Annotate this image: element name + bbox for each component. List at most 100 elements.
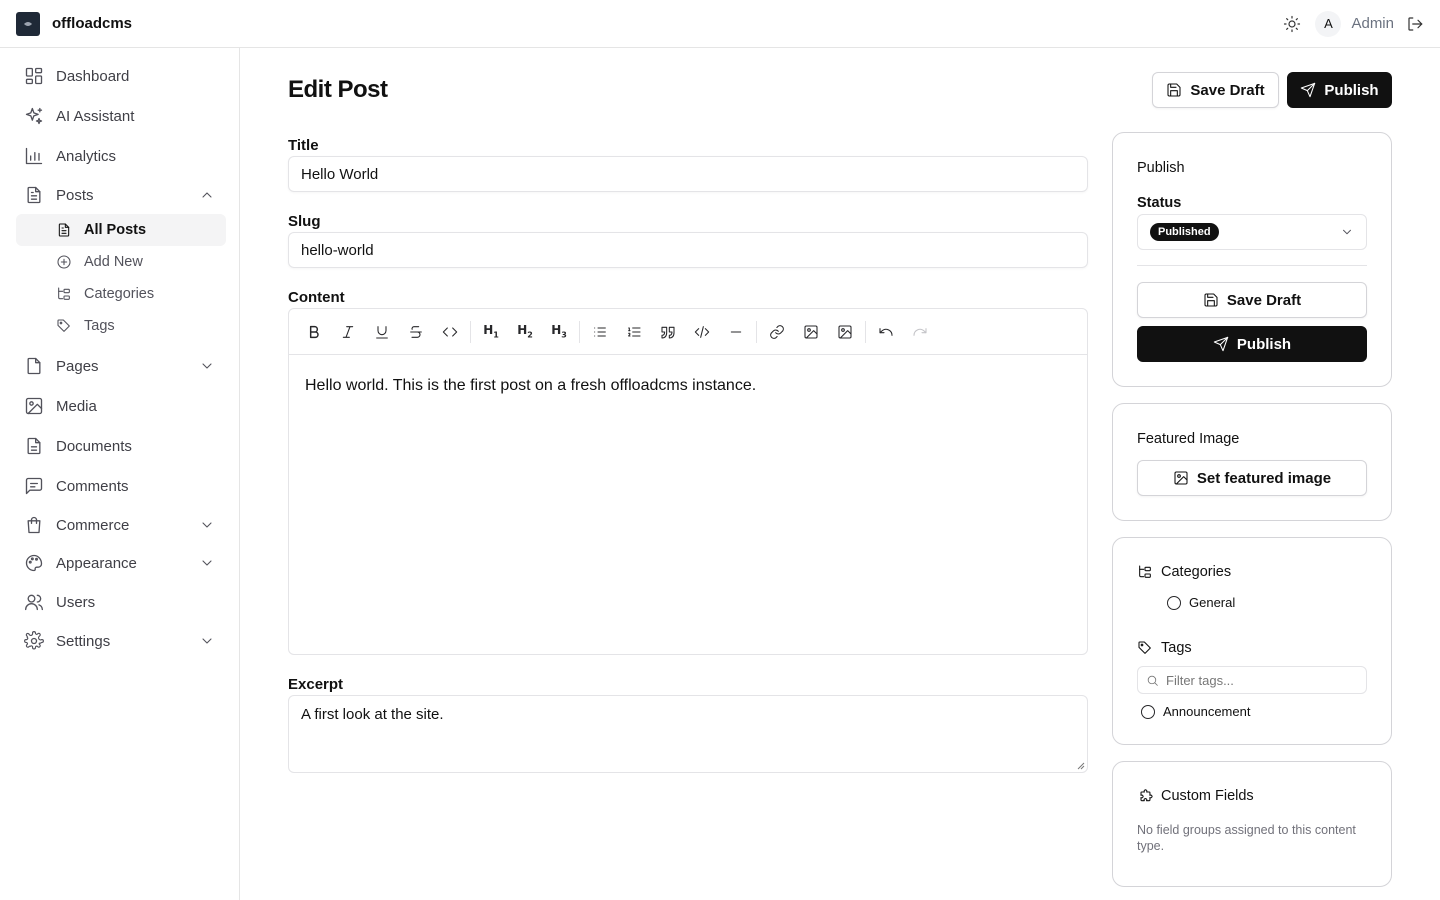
heading-3-button[interactable]: H3	[542, 315, 576, 349]
italic-icon	[342, 325, 354, 338]
sidebar-item-documents[interactable]: Documents	[0, 426, 239, 466]
link-button[interactable]	[760, 315, 794, 349]
title-input[interactable]: Hello World	[288, 156, 1088, 192]
toolbar-separator	[470, 320, 471, 343]
sidebar-subitem-add-new[interactable]: Add New	[16, 246, 226, 278]
ordered-list-button[interactable]	[617, 315, 651, 349]
sidebar-item-label: Analytics	[56, 147, 117, 165]
file-text-icon	[58, 223, 70, 237]
save-icon	[1167, 83, 1181, 97]
undo-button[interactable]	[869, 315, 903, 349]
card-publish-button[interactable]: Publish	[1137, 326, 1367, 362]
sidebar-item-posts[interactable]: Posts	[0, 176, 239, 214]
logout-icon	[1408, 16, 1423, 31]
tags-filter-input[interactable]: Filter tags...	[1137, 666, 1367, 694]
tag-option[interactable]: Announcement	[1141, 704, 1250, 719]
publish-button[interactable]: Publish	[1287, 72, 1392, 108]
sidebar-item-media[interactable]: Media	[0, 386, 239, 426]
category-radio[interactable]	[1167, 595, 1181, 610]
bold-button[interactable]	[297, 315, 331, 349]
tag-radio[interactable]	[1141, 704, 1155, 719]
logout-button[interactable]	[1406, 15, 1424, 33]
code-block-button[interactable]	[685, 315, 719, 349]
theme-toggle-button[interactable]	[1281, 13, 1303, 35]
custom-fields-title-label: Custom Fields	[1161, 788, 1254, 804]
sidebar-item-label: Dashboard	[56, 67, 130, 85]
heading-2-button[interactable]: H2	[508, 315, 542, 349]
set-featured-image-button[interactable]: Set featured image	[1137, 460, 1367, 496]
search-icon	[1147, 675, 1158, 686]
heading-1-button[interactable]: H1	[474, 315, 508, 349]
custom-fields-card: Custom Fields No field groups assigned t…	[1112, 761, 1392, 887]
image-button[interactable]	[794, 315, 828, 349]
tags-title-label: Tags	[1161, 640, 1192, 656]
logo-icon	[24, 21, 32, 26]
quote-icon	[661, 326, 675, 339]
horizontal-rule-button[interactable]	[719, 315, 753, 349]
sidebar-item-label: Comments	[56, 477, 129, 495]
chevron-down-icon	[202, 560, 212, 566]
link-icon	[770, 324, 784, 339]
custom-fields-message: No field groups assigned to this content…	[1137, 823, 1356, 853]
italic-button[interactable]	[331, 315, 365, 349]
sidebar: Dashboard AI Assistant Analytics Posts A…	[0, 48, 240, 900]
dashboard-icon	[25, 67, 43, 85]
sidebar-subitem-all-posts[interactable]: All Posts	[16, 214, 226, 246]
sidebar-subitem-tags[interactable]: Tags	[16, 310, 226, 342]
resize-handle-icon[interactable]	[1077, 762, 1085, 770]
logo[interactable]	[16, 11, 40, 36]
gear-icon	[24, 631, 44, 650]
toolbar-separator	[579, 320, 580, 343]
editor-toolbar: H1 H2 H3	[289, 309, 1087, 355]
code-block-icon	[694, 325, 710, 338]
sparkles-icon	[25, 107, 43, 125]
sidebar-item-settings[interactable]: Settings	[0, 622, 239, 660]
editor-content[interactable]: Hello world. This is the first post on a…	[289, 355, 1087, 417]
heading-1-icon: H1	[483, 323, 499, 340]
user-name[interactable]: Admin	[1351, 15, 1394, 32]
bullet-list-button[interactable]	[583, 315, 617, 349]
page-title: Edit Post	[288, 76, 388, 103]
palette-icon	[25, 554, 43, 572]
category-option[interactable]: General	[1167, 595, 1235, 610]
redo-button[interactable]	[903, 315, 937, 349]
send-icon	[1301, 82, 1316, 98]
slug-label: Slug	[288, 213, 321, 230]
media-library-button[interactable]	[828, 315, 862, 349]
sidebar-item-dashboard[interactable]: Dashboard	[0, 56, 239, 96]
inline-code-button[interactable]	[433, 315, 467, 349]
toolbar-separator	[865, 320, 866, 343]
tags-title: Tags	[1137, 640, 1192, 656]
sidebar-item-users[interactable]: Users	[0, 582, 239, 622]
set-featured-image-label: Set featured image	[1196, 469, 1332, 487]
sidebar-item-ai-assistant[interactable]: AI Assistant	[0, 96, 239, 136]
sidebar-subitem-label: Tags	[84, 318, 115, 334]
chevron-down-icon	[202, 522, 212, 528]
sidebar-subitem-categories[interactable]: Categories	[16, 278, 226, 310]
sidebar-item-appearance[interactable]: Appearance	[0, 544, 239, 582]
list-icon	[594, 326, 606, 337]
status-select[interactable]: Published	[1137, 214, 1367, 250]
underline-button[interactable]	[365, 315, 399, 349]
puzzle-icon	[1140, 789, 1153, 802]
save-icon	[1204, 293, 1218, 307]
save-draft-button[interactable]: Save Draft	[1152, 72, 1279, 108]
undo-icon	[879, 327, 893, 336]
excerpt-textarea[interactable]: A first look at the site.	[288, 695, 1088, 773]
plus-circle-icon	[57, 255, 71, 269]
sidebar-item-analytics[interactable]: Analytics	[0, 136, 239, 176]
sidebar-item-comments[interactable]: Comments	[0, 466, 239, 506]
card-save-draft-button[interactable]: Save Draft	[1137, 282, 1367, 318]
card-publish-label: Publish	[1236, 335, 1292, 353]
strikethrough-button[interactable]	[399, 315, 433, 349]
sidebar-item-commerce[interactable]: Commerce	[0, 506, 239, 544]
sidebar-item-pages[interactable]: Pages	[0, 346, 239, 386]
avatar[interactable]: A	[1315, 10, 1342, 37]
sidebar-item-label: Users	[56, 593, 96, 611]
message-square-icon	[25, 477, 43, 495]
category-label: General	[1189, 595, 1236, 610]
shopping-bag-icon	[27, 516, 41, 534]
slug-input[interactable]: hello-world	[288, 232, 1088, 268]
bold-icon	[309, 325, 319, 338]
blockquote-button[interactable]	[651, 315, 685, 349]
